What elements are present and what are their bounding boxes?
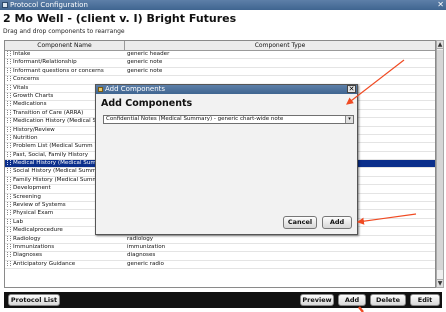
bottom-toolbar: Protocol List Preview Add Delete Edit [4, 292, 442, 308]
component-select-value: Confidential Notes (Medical Summary) - g… [106, 116, 284, 122]
scroll-up-icon[interactable]: ▲ [437, 41, 443, 49]
component-name-cell: Concerns [5, 76, 125, 83]
dialog-title: Add Components [105, 85, 166, 93]
edit-button[interactable]: Edit [410, 294, 440, 306]
table-row[interactable]: Immunizations immunization [5, 243, 435, 253]
component-name-cell: Immunizations [5, 244, 125, 251]
table-row[interactable]: Anticipatory Guidance generic radio [5, 260, 435, 270]
dialog-app-icon [98, 87, 103, 92]
rearrange-hint: Drag and drop components to rearrange [3, 28, 125, 35]
dialog-titlebar: Add Components ✕ [96, 85, 357, 94]
component-type-cell: radiology [127, 235, 154, 242]
table-row[interactable]: Informant/Relationship generic note [5, 59, 435, 68]
window-titlebar: Protocol Configuration ✕ [0, 0, 446, 10]
table-row[interactable]: Intake generic header [5, 51, 435, 60]
component-name-cell: Radiology [5, 236, 125, 243]
column-header-component-type[interactable]: Component Type [125, 41, 435, 50]
table-row[interactable]: Radiology radiology [5, 236, 435, 244]
page-title: 2 Mo Well - (client v. I) Bright Futures [3, 12, 237, 25]
component-type-cell: generic note [127, 67, 163, 74]
delete-button[interactable]: Delete [370, 294, 406, 306]
window-title: Protocol Configuration [10, 1, 88, 9]
component-name-cell: Anticipatory Guidance [5, 261, 125, 268]
component-name-cell: Intake [5, 51, 125, 58]
dialog-close-icon[interactable]: ✕ [347, 85, 356, 93]
table-row[interactable]: Informant questions or concerns generic n… [5, 67, 435, 77]
component-select[interactable]: Confidential Notes (Medical Summary) - g… [103, 115, 354, 124]
scroll-down-icon[interactable]: ▼ [437, 279, 443, 287]
component-type-cell: generic note [127, 59, 163, 66]
component-type-cell [125, 76, 435, 83]
dialog-add-button[interactable]: Add [322, 216, 352, 229]
table-header: Component Name Component Type [5, 41, 435, 51]
chevron-down-icon[interactable]: ▾ [345, 116, 353, 123]
add-button[interactable]: Add [338, 294, 366, 306]
component-type-cell: generic header [127, 51, 170, 57]
dialog-cancel-button[interactable]: Cancel [283, 216, 317, 229]
table-scrollbar[interactable]: ▲ ▼ [436, 40, 444, 288]
component-type-cell: generic radio [127, 260, 164, 267]
window-close-icon[interactable]: ✕ [437, 0, 444, 10]
protocol-list-button[interactable]: Protocol List [8, 294, 60, 306]
preview-button[interactable]: Preview [300, 294, 334, 306]
component-type-cell: diagnoses [127, 252, 156, 259]
component-name-cell: Informant/Relationship [5, 59, 125, 66]
dialog-heading: Add Components [101, 98, 193, 109]
component-name-cell: Diagnoses [5, 252, 125, 259]
component-type-cell: immunization [127, 243, 166, 250]
component-name-cell: Informant questions or concerns [5, 68, 125, 75]
app-icon [2, 2, 8, 8]
scroll-thumb[interactable] [437, 50, 443, 270]
column-header-component-name[interactable]: Component Name [5, 41, 125, 50]
add-components-dialog: Add Components ✕ Add Components Confiden… [95, 84, 358, 235]
table-row[interactable]: Diagnoses diagnoses [5, 252, 435, 261]
